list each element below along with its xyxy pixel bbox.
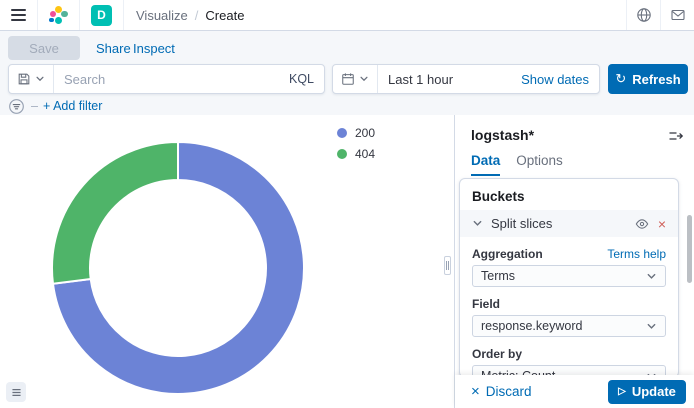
top-navigation-bar: D Visualize / Create xyxy=(0,0,694,31)
globe-icon xyxy=(636,7,652,23)
hamburger-menu-icon[interactable] xyxy=(11,9,26,21)
legend-item-200[interactable]: 200 xyxy=(337,126,375,140)
field-label: Field xyxy=(472,297,500,311)
list-icon xyxy=(10,386,23,399)
legend-label: 200 xyxy=(355,126,375,140)
time-range-value[interactable]: Last 1 hour xyxy=(378,72,511,87)
donut-chart[interactable] xyxy=(43,133,313,403)
nav-right-icons xyxy=(626,0,694,30)
inspect-button[interactable]: Inspect xyxy=(133,41,175,56)
split-slices-accordion[interactable]: Split slices × xyxy=(460,210,678,237)
scrollbar-thumb[interactable] xyxy=(687,215,692,283)
discard-label: Discard xyxy=(486,384,532,399)
query-row: KQL Last 1 hour Show dates ↻ Refresh xyxy=(0,64,694,94)
editor-tabs: Data Options xyxy=(471,153,563,176)
aggregation-select[interactable]: Terms xyxy=(472,265,666,287)
aggregation-group: Aggregation Terms help Terms xyxy=(472,247,666,287)
bucket-type-label: Split slices xyxy=(491,216,552,231)
elastic-logo[interactable] xyxy=(38,0,80,30)
show-dates-button[interactable]: Show dates xyxy=(511,72,599,87)
envelope-icon xyxy=(670,7,686,23)
filter-row: + Add filter xyxy=(0,97,102,115)
remove-bucket-icon[interactable]: × xyxy=(658,217,666,231)
buckets-card: Buckets Split slices × Aggregati xyxy=(459,178,679,378)
space-switcher[interactable]: D xyxy=(80,0,124,30)
close-icon: × xyxy=(471,384,480,399)
visualization-area: 200 404 logstash* Data Options Buckets xyxy=(0,115,694,408)
query-bar: KQL xyxy=(8,64,325,94)
donut-slice-404[interactable] xyxy=(52,142,178,284)
search-input[interactable] xyxy=(54,72,279,87)
order-by-label: Order by xyxy=(472,347,522,361)
refresh-label: Refresh xyxy=(632,72,680,87)
aggregation-label: Aggregation xyxy=(472,247,543,261)
kql-language-button[interactable]: KQL xyxy=(279,72,324,86)
editor-footer: × Discard ▷ Update xyxy=(455,375,694,408)
update-button[interactable]: ▷ Update xyxy=(608,380,686,404)
chevron-down-icon xyxy=(646,321,657,332)
breadcrumb-create: Create xyxy=(205,8,244,23)
update-label: Update xyxy=(632,384,676,399)
editor-panel: logstash* Data Options Buckets Split sli… xyxy=(454,115,694,408)
terms-help-link[interactable]: Terms help xyxy=(607,247,666,261)
elastic-logo-icon xyxy=(49,6,68,25)
calendar-icon xyxy=(341,72,355,86)
chevron-down-icon xyxy=(359,74,369,84)
legend-toggle-button[interactable] xyxy=(6,382,26,402)
chart-legend: 200 404 xyxy=(337,126,375,161)
newsfeed-button[interactable] xyxy=(660,0,694,30)
legend-swatch xyxy=(337,149,347,159)
refresh-icon: ↻ xyxy=(615,71,626,87)
legend-item-404[interactable]: 404 xyxy=(337,147,375,161)
chevron-down-icon xyxy=(472,218,483,229)
share-button[interactable]: Share xyxy=(96,41,131,56)
order-by-group: Order by Metric: Count xyxy=(472,347,666,378)
query-toolbar-band: Save Share Inspect KQL xyxy=(0,31,694,115)
field-group: Field response.keyword xyxy=(472,297,666,337)
bucket-settings: Aggregation Terms help Terms Field respo… xyxy=(460,237,678,378)
breadcrumb-separator: / xyxy=(195,8,199,23)
refresh-button[interactable]: ↻ Refresh xyxy=(608,64,688,94)
filter-separator xyxy=(31,106,38,107)
space-avatar[interactable]: D xyxy=(91,5,112,26)
index-pattern-title: logstash* xyxy=(471,127,534,143)
add-filter-button[interactable]: + Add filter xyxy=(43,99,102,113)
saved-query-menu-button[interactable] xyxy=(9,65,54,93)
field-select[interactable]: response.keyword xyxy=(472,315,666,337)
breadcrumb: Visualize / Create xyxy=(124,0,244,30)
time-picker: Last 1 hour Show dates xyxy=(332,64,600,94)
tab-options[interactable]: Options xyxy=(516,153,563,176)
menu-button[interactable] xyxy=(0,0,38,30)
filter-icon[interactable] xyxy=(8,98,25,115)
date-quick-select-button[interactable] xyxy=(333,65,378,93)
discard-button[interactable]: × Discard xyxy=(471,384,532,399)
save-button[interactable]: Save xyxy=(8,36,80,60)
legend-label: 404 xyxy=(355,147,375,161)
eye-icon[interactable] xyxy=(635,217,649,231)
panel-resizer[interactable] xyxy=(444,256,451,275)
play-icon: ▷ xyxy=(618,386,626,397)
floppy-save-icon xyxy=(17,72,31,86)
chevron-down-icon xyxy=(35,74,45,84)
breadcrumb-visualize[interactable]: Visualize xyxy=(136,8,188,23)
legend-swatch xyxy=(337,128,347,138)
collapse-panel-icon[interactable] xyxy=(668,128,684,144)
chevron-down-icon xyxy=(646,271,657,282)
tab-data[interactable]: Data xyxy=(471,153,500,176)
help-button[interactable] xyxy=(626,0,660,30)
buckets-title: Buckets xyxy=(460,179,678,210)
